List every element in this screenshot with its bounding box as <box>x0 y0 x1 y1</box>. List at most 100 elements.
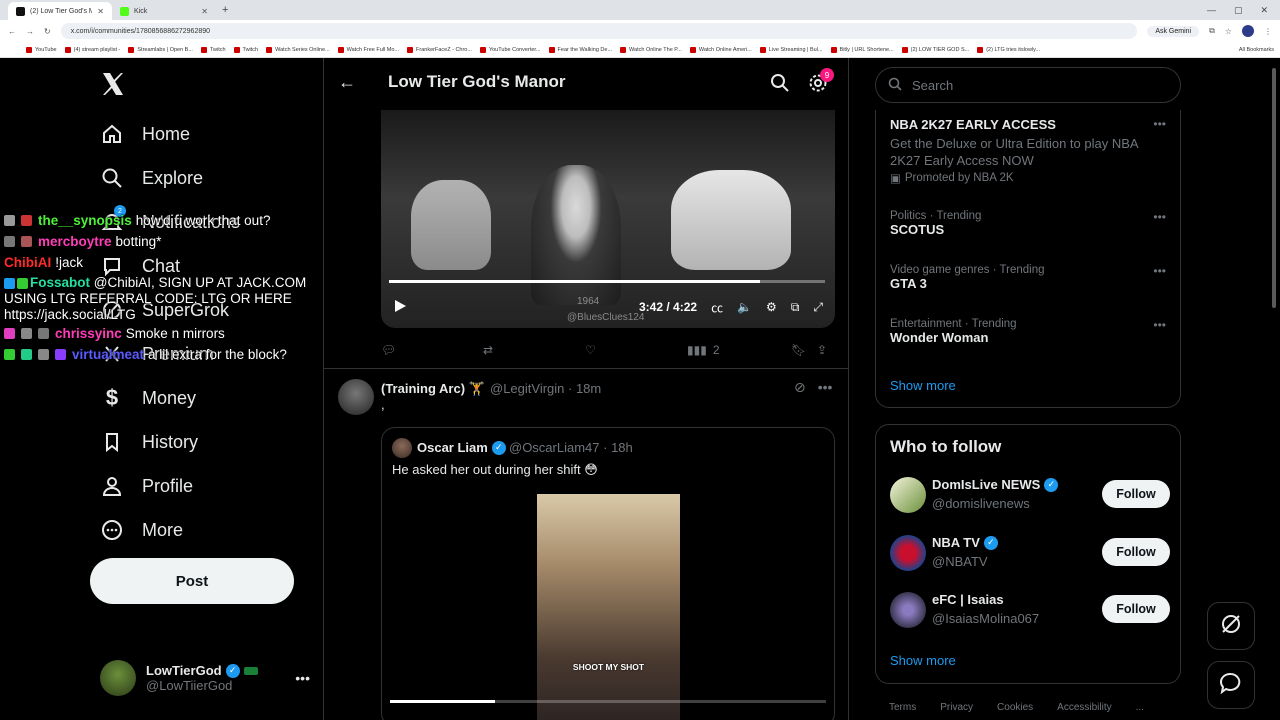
tab-x-community[interactable]: (2) Low Tier God's Manor Com ✕ <box>8 2 112 20</box>
reload-icon[interactable]: ↻ <box>44 27 51 36</box>
menu-icon[interactable]: ⋮ <box>1264 27 1272 36</box>
chat-badge-icon <box>21 349 32 360</box>
settings-icon[interactable]: ⚙ <box>766 300 777 314</box>
bookmark-item[interactable]: Twitch <box>200 46 226 53</box>
more-dots-icon[interactable]: ••• <box>1153 117 1166 131</box>
profile-avatar[interactable] <box>1242 25 1254 37</box>
account-switcher[interactable]: LowTierGod ✓ @LowTiierGod ••• <box>100 660 310 696</box>
back-arrow-icon[interactable]: ← <box>338 72 356 93</box>
bookmark-icon[interactable]: 🔖︎ <box>791 343 806 357</box>
all-bookmarks[interactable]: All Bookmarks <box>1239 47 1280 53</box>
grok-fab-button[interactable] <box>1207 602 1255 650</box>
messages-fab-button[interactable] <box>1207 661 1255 709</box>
tab-kick[interactable]: Kick ✕ <box>112 2 216 20</box>
more-dots-icon[interactable]: ••• <box>1153 210 1166 224</box>
footer-link[interactable]: Cookies <box>997 702 1033 713</box>
footer-link[interactable]: Accessibility <box>1057 702 1111 713</box>
url-field[interactable]: x.com/i/communities/1780856886272962890 <box>60 23 1138 39</box>
nav-more[interactable]: More <box>100 518 183 542</box>
bookmark-item[interactable]: Twitch <box>233 46 258 53</box>
bookmark-item[interactable]: Fear the Walking De... <box>548 46 612 53</box>
trend-item[interactable]: Politics · Trending SCOTUS ••• <box>890 210 1170 237</box>
nav-home[interactable]: Home <box>100 122 190 146</box>
promoted-trend[interactable]: NBA 2K27 EARLY ACCESS Get the Deluxe or … <box>890 117 1170 185</box>
x-logo-icon[interactable] <box>100 71 126 97</box>
bookmark-item[interactable]: YouTube Converter... <box>479 46 541 53</box>
follow-button[interactable]: Follow <box>1102 595 1170 623</box>
like-icon[interactable]: ♡ <box>585 343 596 357</box>
bookmark-item[interactable]: Watch Series Online... <box>266 46 330 53</box>
chat-badge-icon <box>38 328 49 339</box>
video-progress-bar[interactable] <box>389 280 825 283</box>
grok-icon[interactable]: ⊘ <box>794 379 806 396</box>
x-page: Home Explore Notifications 2 Chat SuperG… <box>0 58 1280 720</box>
avatar[interactable] <box>338 379 374 415</box>
search-icon <box>100 166 124 190</box>
maximize-icon[interactable]: ▢ <box>1234 5 1243 16</box>
bookmark-item[interactable]: Watch Online Ameri... <box>689 46 752 53</box>
video-player[interactable]: 1964 @BluesClues124 3:42 / 4:22 ㏄ 🔈 ⚙ ⧉ … <box>381 110 835 328</box>
minimize-icon[interactable]: — <box>1207 5 1216 16</box>
star-icon[interactable]: ☆ <box>1225 27 1232 36</box>
follow-suggestion[interactable]: NBA TV ✓ @NBATV Follow <box>890 535 1170 575</box>
search-icon[interactable] <box>770 73 790 98</box>
tweet-author-name[interactable]: (Training Arc) 🏋 <box>381 381 485 397</box>
nav-money[interactable]: $ Money <box>100 385 196 410</box>
volume-icon[interactable]: 🔈 <box>737 300 752 314</box>
ask-gemini-button[interactable]: Ask Gemini <box>1147 25 1200 37</box>
bookmark-item[interactable]: Streamlabs | Open B... <box>128 46 193 53</box>
trend-item[interactable]: Entertainment · Trending Wonder Woman ••… <box>890 318 1170 345</box>
follow-suggestion[interactable]: DomIsLive NEWS ✓ @domislivenews Follow <box>890 477 1170 517</box>
post-button[interactable]: Post <box>90 558 294 604</box>
bookmark-item[interactable]: Watch Online The P... <box>620 46 682 53</box>
bookmark-item[interactable]: YouTube <box>26 46 57 53</box>
forward-nav-icon[interactable]: → <box>26 27 34 36</box>
nav-history[interactable]: History <box>100 430 198 454</box>
video-progress-bar[interactable] <box>390 700 826 703</box>
close-window-icon[interactable]: ✕ <box>1260 5 1268 16</box>
footer-link[interactable]: Privacy <box>940 702 973 713</box>
show-more-link[interactable]: Show more <box>890 653 956 668</box>
bookmark-item[interactable]: Bitly | URL Shortene... <box>830 46 894 53</box>
views-stat[interactable]: ▮▮▮ 2 <box>687 343 720 357</box>
close-icon[interactable]: ✕ <box>97 7 104 16</box>
footer-link[interactable]: Terms <box>889 702 916 713</box>
footer-link[interactable]: ... <box>1136 702 1144 713</box>
follow-button[interactable]: Follow <box>1102 480 1170 508</box>
bookmark-item[interactable]: Watch Free Full Mo... <box>337 46 399 53</box>
more-dots-icon[interactable]: ••• <box>295 670 310 686</box>
tab-label: Kick <box>134 7 148 15</box>
bookmark-item[interactable]: (2) LOW TIER GOD S... <box>901 46 969 53</box>
pip-icon[interactable]: ⧉ <box>791 300 800 315</box>
play-icon[interactable] <box>393 299 407 316</box>
bookmark-favicon-icon <box>548 46 555 53</box>
more-dots-icon[interactable]: ••• <box>1153 318 1166 332</box>
nav-profile[interactable]: Profile <box>100 474 193 498</box>
bookmark-item[interactable]: Live Streaming | Bul... <box>759 46 823 53</box>
new-tab-icon[interactable]: + <box>222 4 228 16</box>
trend-item[interactable]: Video game genres · Trending GTA 3 ••• <box>890 264 1170 291</box>
bookmark-item[interactable]: FrankerFaceZ - Chro... <box>407 46 472 53</box>
search-input[interactable]: Search <box>875 67 1181 103</box>
quote-video[interactable]: SHOOT MY SHOT <box>537 494 680 720</box>
bookmark-item[interactable]: (4) stream playlist - <box>64 46 120 53</box>
quoted-tweet[interactable]: Oscar Liam ✓ @OscarLiam47 · 18h He asked … <box>381 427 835 720</box>
follow-button[interactable]: Follow <box>1102 538 1170 566</box>
follow-suggestion[interactable]: eFC | Isaias @IsaiasMolina067 Follow <box>890 592 1170 632</box>
bookmark-item[interactable]: (2) LTG tries itslowly... <box>977 46 1040 53</box>
close-icon[interactable]: ✕ <box>201 7 208 16</box>
retweet-icon[interactable]: ⇄ <box>483 343 493 357</box>
captions-icon[interactable]: ㏄ <box>711 299 723 316</box>
extensions-icon[interactable]: ⧉ <box>1209 26 1215 36</box>
share-icon[interactable]: ⇪ <box>817 343 827 357</box>
back-nav-icon[interactable]: ← <box>8 27 16 36</box>
show-more-link[interactable]: Show more <box>890 378 956 393</box>
page-scrollbar[interactable] <box>1272 68 1276 308</box>
more-dots-icon[interactable]: ••• <box>1153 264 1166 278</box>
more-dots-icon[interactable]: ••• <box>818 379 833 396</box>
reply-icon[interactable]: 💬︎ <box>381 343 396 357</box>
window-controls: — ▢ ✕ <box>1207 5 1280 16</box>
fullscreen-icon[interactable]: ⤢ <box>813 300 823 315</box>
bookmark-favicon-icon <box>620 46 627 53</box>
nav-explore[interactable]: Explore <box>100 166 203 190</box>
